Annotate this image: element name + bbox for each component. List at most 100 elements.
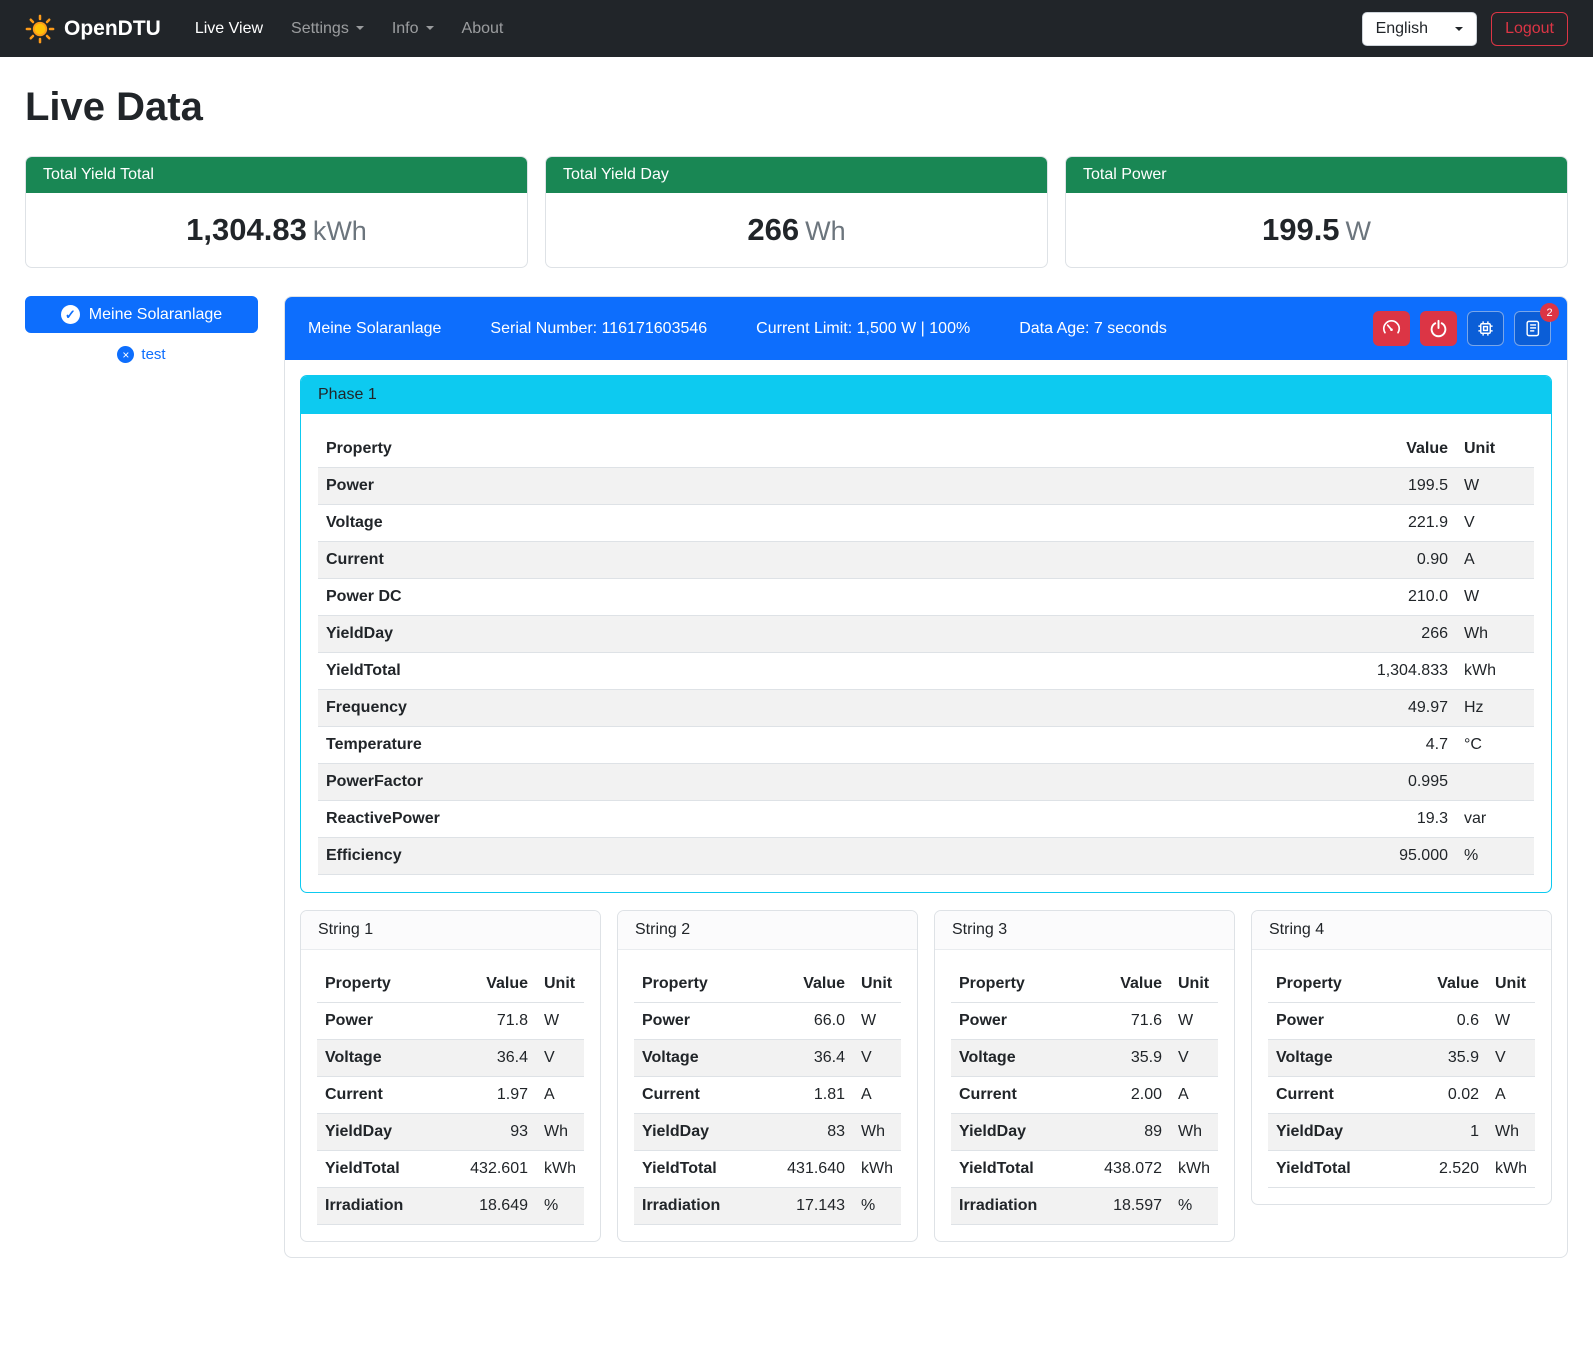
row-unit: W bbox=[853, 1003, 901, 1040]
chevron-down-icon bbox=[1455, 27, 1463, 31]
inverter-panel-header: Meine Solaranlage Serial Number: 1161716… bbox=[285, 297, 1567, 360]
table-row: Current 1.81 A bbox=[634, 1077, 901, 1114]
summary-card-body: 1,304.83kWh bbox=[26, 193, 527, 267]
gauge-icon bbox=[1382, 319, 1401, 338]
column-header-property: Property bbox=[318, 431, 1254, 468]
nav-item-about[interactable]: About bbox=[450, 12, 516, 46]
row-property: Irradiation bbox=[951, 1188, 1085, 1225]
row-property: Power bbox=[1268, 1003, 1402, 1040]
string-body: Property Value Unit Power 0.6 bbox=[1252, 950, 1551, 1204]
string-card-3: String 3 Property Value Unit bbox=[934, 910, 1235, 1242]
row-value: 210.0 bbox=[1254, 579, 1456, 616]
nav-item-live-view[interactable]: Live View bbox=[183, 12, 275, 46]
table-row: Irradiation 18.597 % bbox=[951, 1188, 1218, 1225]
summary-card-total-yield-total: Total Yield Total 1,304.83kWh bbox=[25, 156, 528, 268]
row-property: Irradiation bbox=[634, 1188, 768, 1225]
row-unit: kWh bbox=[1487, 1151, 1535, 1188]
row-unit: kWh bbox=[536, 1151, 584, 1188]
table-row: YieldDay 93 Wh bbox=[317, 1114, 584, 1151]
power-icon bbox=[1429, 319, 1448, 338]
nav-item-info[interactable]: Info bbox=[380, 12, 446, 46]
row-unit: A bbox=[853, 1077, 901, 1114]
table-row: YieldTotal 431.640 kWh bbox=[634, 1151, 901, 1188]
row-property: Power bbox=[317, 1003, 451, 1040]
table-row: Efficiency 95.000 % bbox=[318, 838, 1534, 875]
device-info-button[interactable] bbox=[1467, 311, 1504, 346]
row-value: 18.649 bbox=[451, 1188, 537, 1225]
inverter-select-test[interactable]: × test bbox=[25, 346, 258, 363]
brand[interactable]: OpenDTU bbox=[25, 14, 161, 44]
table-header-row: Property Value Unit bbox=[317, 966, 584, 1003]
row-value: 2.00 bbox=[1085, 1077, 1171, 1114]
test-link-label: test bbox=[141, 346, 165, 363]
row-property: Current bbox=[1268, 1077, 1402, 1114]
power-button[interactable] bbox=[1420, 311, 1457, 346]
summary-card-value: 199.5 bbox=[1262, 212, 1340, 247]
logout-button[interactable]: Logout bbox=[1491, 12, 1568, 46]
row-property: YieldTotal bbox=[317, 1151, 451, 1188]
summary-card-value: 1,304.83 bbox=[186, 212, 307, 247]
row-value: 18.597 bbox=[1085, 1188, 1171, 1225]
row-property: Voltage bbox=[318, 505, 1254, 542]
table-row: Current 1.97 A bbox=[317, 1077, 584, 1114]
table-row: Voltage 35.9 V bbox=[951, 1040, 1218, 1077]
main-container: Live Data Total Yield Total 1,304.83kWh … bbox=[0, 57, 1593, 1286]
row-property: YieldDay bbox=[634, 1114, 768, 1151]
string-title: String 4 bbox=[1252, 911, 1551, 950]
row-value: 95.000 bbox=[1254, 838, 1456, 875]
row-value: 1 bbox=[1402, 1114, 1488, 1151]
summary-card-title: Total Yield Total bbox=[26, 157, 527, 193]
row-property: Frequency bbox=[318, 690, 1254, 727]
column-header-value: Value bbox=[768, 966, 854, 1003]
navbar: OpenDTU Live View Settings Info About En… bbox=[0, 0, 1593, 57]
inverter-select-label: Meine Solaranlage bbox=[89, 306, 222, 324]
table-row: Current 0.90 A bbox=[318, 542, 1534, 579]
table-row: Power 66.0 W bbox=[634, 1003, 901, 1040]
row-value: 266 bbox=[1254, 616, 1456, 653]
row-value: 66.0 bbox=[768, 1003, 854, 1040]
row-unit: kWh bbox=[853, 1151, 901, 1188]
nav-item-info-label: Info bbox=[392, 20, 419, 37]
row-unit: % bbox=[536, 1188, 584, 1225]
row-value: 2.520 bbox=[1402, 1151, 1488, 1188]
brand-label: OpenDTU bbox=[64, 17, 161, 41]
table-row: Power 71.6 W bbox=[951, 1003, 1218, 1040]
row-unit: A bbox=[1487, 1077, 1535, 1114]
string-body: Property Value Unit Power 71.8 bbox=[301, 950, 600, 1241]
string-table: Property Value Unit Power 66.0 bbox=[634, 966, 901, 1225]
row-unit: % bbox=[1170, 1188, 1218, 1225]
row-unit: % bbox=[853, 1188, 901, 1225]
column-header-value: Value bbox=[1254, 431, 1456, 468]
row-unit: Wh bbox=[1487, 1114, 1535, 1151]
table-row: ReactivePower 19.3 var bbox=[318, 801, 1534, 838]
row-unit: Hz bbox=[1456, 690, 1534, 727]
table-row: Power 71.8 W bbox=[317, 1003, 584, 1040]
row-value: 89 bbox=[1085, 1114, 1171, 1151]
summary-row: Total Yield Total 1,304.83kWh Total Yiel… bbox=[25, 156, 1568, 268]
column-header-value: Value bbox=[1402, 966, 1488, 1003]
table-row: YieldDay 89 Wh bbox=[951, 1114, 1218, 1151]
summary-card-total-power: Total Power 199.5W bbox=[1065, 156, 1568, 268]
row-unit: Wh bbox=[1170, 1114, 1218, 1151]
event-log-button[interactable]: 2 bbox=[1514, 311, 1551, 346]
row-property: Current bbox=[951, 1077, 1085, 1114]
limit-settings-button[interactable] bbox=[1373, 311, 1410, 346]
table-header-row: Property Value Unit bbox=[1268, 966, 1535, 1003]
journal-icon bbox=[1523, 319, 1542, 338]
nav-item-settings[interactable]: Settings bbox=[279, 12, 376, 46]
row-value: 49.97 bbox=[1254, 690, 1456, 727]
column-header-value: Value bbox=[451, 966, 537, 1003]
inverter-select-button[interactable]: ✓ Meine Solaranlage bbox=[25, 296, 258, 333]
summary-card-title: Total Power bbox=[1066, 157, 1567, 193]
table-row: Power DC 210.0 W bbox=[318, 579, 1534, 616]
chevron-down-icon bbox=[356, 26, 364, 30]
row-value: 19.3 bbox=[1254, 801, 1456, 838]
column-header-unit: Unit bbox=[1456, 431, 1534, 468]
row-unit: V bbox=[1487, 1040, 1535, 1077]
row-value: 0.6 bbox=[1402, 1003, 1488, 1040]
language-select[interactable]: English bbox=[1362, 12, 1477, 46]
row-value: 71.6 bbox=[1085, 1003, 1171, 1040]
row-value: 199.5 bbox=[1254, 468, 1456, 505]
inverter-action-buttons: 2 bbox=[1373, 311, 1551, 346]
row-unit: Wh bbox=[536, 1114, 584, 1151]
